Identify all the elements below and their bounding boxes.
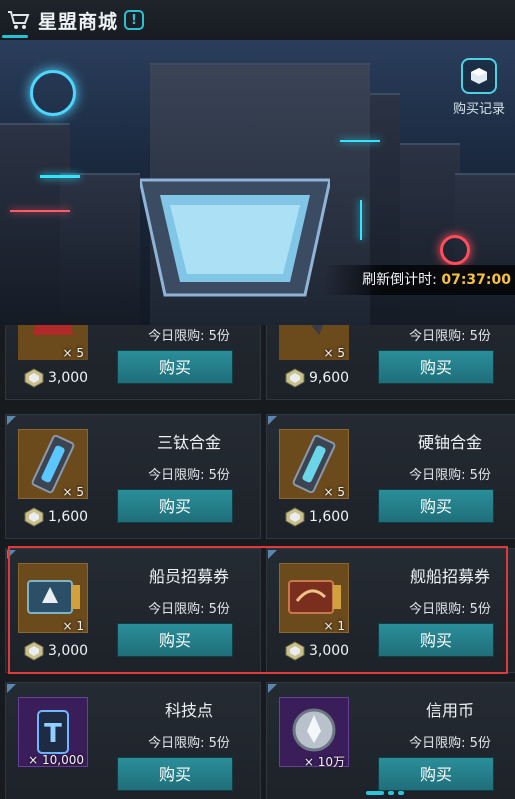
page-dot-active	[366, 791, 384, 795]
alliance-coin-icon	[24, 368, 44, 388]
alliance-coin-icon	[285, 507, 305, 527]
price-value: 1,600	[309, 509, 350, 525]
buy-button[interactable]: 购买	[378, 350, 494, 384]
shop-item-card: × 5 今日限购: 5份 购买 9,600	[266, 325, 515, 400]
item-quantity: × 10万	[303, 755, 345, 769]
svg-text:T: T	[44, 719, 62, 749]
purchase-limit: 今日限购: 5份	[148, 329, 230, 344]
page-dot	[388, 791, 394, 795]
item-price: 9,600	[285, 368, 349, 388]
buy-button[interactable]: 购买	[117, 350, 233, 384]
price-value: 9,600	[309, 370, 350, 386]
shop-item-card: × 1 舰船招募券 今日限购: 5份 购买 3,000	[266, 548, 515, 673]
item-quantity: × 5	[62, 346, 84, 360]
purchase-record-button[interactable]: 购买记录	[447, 58, 511, 117]
purchase-record-label: 购买记录	[452, 102, 505, 117]
purchase-limit: 今日限购: 5份	[409, 602, 491, 617]
item-quantity: × 5	[323, 485, 345, 499]
price-value: 3,000	[309, 643, 350, 659]
shop-item-card: × 5 硬铀合金 今日限购: 5份 购买 1,600	[266, 414, 515, 539]
shop-item-card: × 1 船员招募券 今日限购: 5份 购买 3,000	[5, 548, 261, 673]
item-name: 硬铀合金	[417, 433, 482, 452]
price-value: 3,000	[48, 370, 89, 386]
portal-gate-illustration	[140, 178, 330, 297]
shop-banner: 购买记录 刷新倒计时: 07:37:00	[0, 40, 515, 325]
purchase-limit: 今日限购: 5份	[148, 736, 230, 751]
price-value: 1,600	[48, 509, 89, 525]
purchase-limit: 今日限购: 5份	[148, 602, 230, 617]
buy-button[interactable]: 购买	[117, 757, 233, 791]
buy-button[interactable]: 购买	[378, 489, 494, 523]
info-button[interactable]: !	[124, 10, 144, 30]
item-name: 科技点	[164, 701, 213, 720]
purchase-limit: 今日限购: 5份	[148, 468, 230, 483]
purchase-limit: 今日限购: 5份	[409, 468, 491, 483]
item-name: 信用币	[425, 701, 474, 720]
shop-item-card: × 10万 信用币 今日限购: 5份 购买	[266, 682, 515, 799]
page-title: 星盟商城	[38, 11, 119, 33]
item-quantity: × 5	[62, 485, 84, 499]
item-quantity: × 1	[62, 619, 84, 633]
item-quantity: × 10,000	[28, 753, 84, 767]
alliance-coin-icon	[24, 507, 44, 527]
item-quantity: × 5	[323, 346, 345, 360]
shop-item-card: × 5 今日限购: 5份 购买 3,000	[5, 325, 261, 400]
shop-item-card: T × 10,000 科技点 今日限购: 5份 购买	[5, 682, 261, 799]
buy-button[interactable]: 购买	[378, 757, 494, 791]
item-quantity: × 1	[323, 619, 345, 633]
buy-button[interactable]: 购买	[378, 623, 494, 657]
alliance-coin-icon	[285, 641, 305, 661]
purchase-limit: 今日限购: 5份	[409, 329, 491, 344]
alliance-coin-icon	[285, 368, 305, 388]
price-value: 3,000	[48, 643, 89, 659]
alliance-coin-icon	[24, 641, 44, 661]
buy-button[interactable]: 购买	[117, 623, 233, 657]
item-price: 1,600	[285, 507, 349, 527]
item-price: 3,000	[24, 368, 88, 388]
item-price: 3,000	[24, 641, 88, 661]
page-dot	[398, 791, 404, 795]
refresh-countdown: 刷新倒计时: 07:37:00	[325, 265, 515, 295]
item-name: 三钛合金	[156, 433, 221, 452]
refresh-time: 07:37:00	[441, 272, 511, 288]
shop-cart-icon	[8, 11, 30, 29]
item-name: 船员招募券	[148, 567, 229, 586]
top-bar: 星盟商城 !	[0, 0, 515, 41]
purchase-limit: 今日限购: 5份	[409, 736, 491, 751]
item-list[interactable]: × 5 今日限购: 5份 购买 3,000 × 5 今日限购: 5份 购买 9,…	[0, 325, 515, 799]
record-box-icon	[461, 58, 497, 94]
refresh-label: 刷新倒计时:	[362, 272, 437, 288]
item-name: 舰船招募券	[409, 567, 490, 586]
buy-button[interactable]: 购买	[117, 489, 233, 523]
item-price: 1,600	[24, 507, 88, 527]
active-indicator	[2, 35, 28, 38]
shop-item-card: × 5 三钛合金 今日限购: 5份 购买 1,600	[5, 414, 261, 539]
item-price: 3,000	[285, 641, 349, 661]
